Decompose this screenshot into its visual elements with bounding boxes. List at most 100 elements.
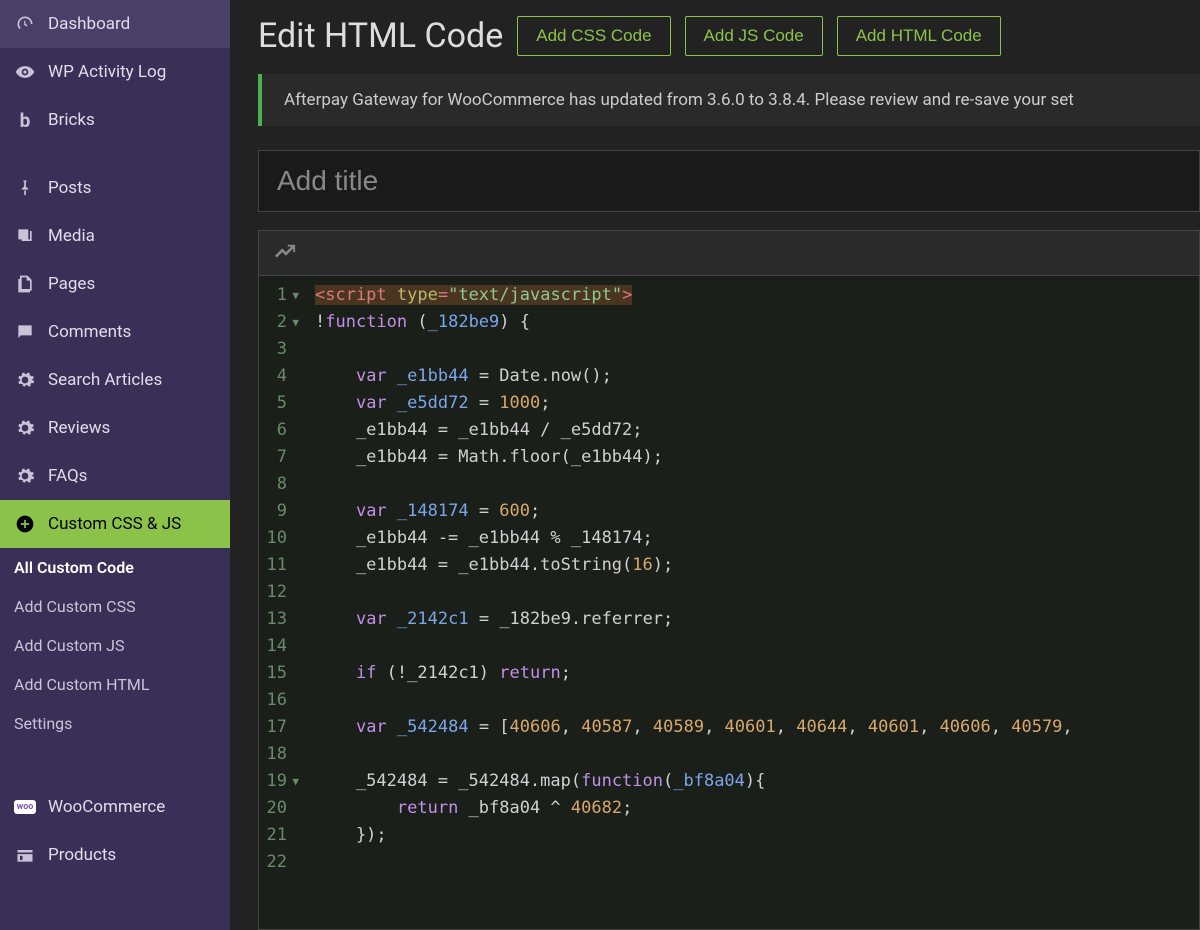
beautify-icon[interactable] bbox=[271, 239, 299, 267]
b-icon: b bbox=[14, 109, 36, 131]
sidebar-item-label: WP Activity Log bbox=[48, 62, 166, 82]
comment-icon bbox=[14, 321, 36, 343]
code-line[interactable]: _e1bb44 = Math.floor(_e1bb44); bbox=[315, 444, 1199, 471]
sidebar-item-label: Dashboard bbox=[48, 14, 130, 34]
code-line[interactable]: if (!_2142c1) return; bbox=[315, 660, 1199, 687]
code-line[interactable]: var _e1bb44 = Date.now(); bbox=[315, 363, 1199, 390]
editor-toolbar bbox=[258, 230, 1200, 275]
code-line[interactable]: _e1bb44 = _e1bb44.toString(16); bbox=[315, 552, 1199, 579]
code-line[interactable]: return _bf8a04 ^ 40682; bbox=[315, 795, 1199, 822]
line-number: 10 bbox=[265, 525, 299, 552]
code-line[interactable]: _542484 = _542484.map(function(_bf8a04){ bbox=[315, 768, 1199, 795]
sidebar-subitem-add-custom-html[interactable]: Add Custom HTML bbox=[0, 665, 230, 704]
sidebar-item-faqs[interactable]: FAQs bbox=[0, 452, 230, 500]
sidebar-item-label: Bricks bbox=[48, 110, 95, 130]
gauge-icon bbox=[14, 13, 36, 35]
line-number: 2▼ bbox=[265, 309, 299, 336]
sidebar-item-label: Comments bbox=[48, 322, 131, 342]
gear-icon bbox=[14, 417, 36, 439]
sidebar-subitem-add-custom-css[interactable]: Add Custom CSS bbox=[0, 587, 230, 626]
heading-row: Edit HTML Code Add CSS Code Add JS Code … bbox=[258, 16, 1200, 56]
code-line[interactable]: var _148174 = 600; bbox=[315, 498, 1199, 525]
add-js-code-button[interactable]: Add JS Code bbox=[685, 16, 823, 56]
code-line[interactable] bbox=[315, 471, 1199, 498]
line-gutter: 1▼2▼3 4 5 6 7 8 9 10 11 12 13 14 15 16 1… bbox=[259, 276, 309, 929]
sidebar-subitem-settings[interactable]: Settings bbox=[0, 704, 230, 743]
pages-icon bbox=[14, 273, 36, 295]
products-icon bbox=[14, 844, 36, 866]
line-number: 9 bbox=[265, 498, 299, 525]
sidebar-subitem-all-custom-code[interactable]: All Custom Code bbox=[0, 548, 230, 587]
sidebar-item-search-articles[interactable]: Search Articles bbox=[0, 356, 230, 404]
sidebar-item-woocommerce[interactable]: woo WooCommerce bbox=[0, 783, 230, 831]
update-notice: Afterpay Gateway for WooCommerce has upd… bbox=[258, 74, 1200, 126]
code-line[interactable] bbox=[315, 741, 1199, 768]
line-number: 5 bbox=[265, 390, 299, 417]
add-css-code-button[interactable]: Add CSS Code bbox=[517, 16, 670, 56]
line-number: 7 bbox=[265, 444, 299, 471]
code-line[interactable]: var _542484 = [40606, 40587, 40589, 4060… bbox=[315, 714, 1199, 741]
sidebar-item-label: Search Articles bbox=[48, 370, 162, 390]
pin-icon bbox=[14, 177, 36, 199]
sidebar-item-label: Media bbox=[48, 226, 95, 246]
sidebar-item-wp-activity-log[interactable]: WP Activity Log bbox=[0, 48, 230, 96]
code-body[interactable]: <script type="text/javascript">!function… bbox=[309, 276, 1199, 929]
line-number: 1▼ bbox=[265, 282, 299, 309]
line-number: 12 bbox=[265, 579, 299, 606]
sidebar-subitem-add-custom-js[interactable]: Add Custom JS bbox=[0, 626, 230, 665]
eye-icon bbox=[14, 61, 36, 83]
sidebar-item-label: Posts bbox=[48, 178, 91, 198]
line-number: 3 bbox=[265, 336, 299, 363]
code-line[interactable] bbox=[315, 633, 1199, 660]
admin-sidebar: Dashboard WP Activity Log b Bricks Posts Medi… bbox=[0, 0, 230, 930]
line-number: 19▼ bbox=[265, 768, 299, 795]
page-title: Edit HTML Code bbox=[258, 16, 503, 56]
line-number: 16 bbox=[265, 687, 299, 714]
line-number: 11 bbox=[265, 552, 299, 579]
sidebar-item-bricks[interactable]: b Bricks bbox=[0, 96, 230, 144]
line-number: 18 bbox=[265, 741, 299, 768]
line-number: 22 bbox=[265, 849, 299, 876]
sidebar-item-products[interactable]: Products bbox=[0, 831, 230, 879]
sidebar-item-custom-css-js[interactable]: Custom CSS & JS bbox=[0, 500, 230, 548]
sidebar-item-label: Custom CSS & JS bbox=[48, 514, 181, 534]
code-line[interactable] bbox=[315, 336, 1199, 363]
code-line[interactable]: _e1bb44 -= _e1bb44 % _148174; bbox=[315, 525, 1199, 552]
sidebar-item-reviews[interactable]: Reviews bbox=[0, 404, 230, 452]
line-number: 20 bbox=[265, 795, 299, 822]
sidebar-item-label: WooCommerce bbox=[48, 797, 165, 817]
code-line[interactable]: !function (_182be9) { bbox=[315, 309, 1199, 336]
code-line[interactable]: }); bbox=[315, 822, 1199, 849]
code-line[interactable] bbox=[315, 849, 1199, 876]
sidebar-item-pages[interactable]: Pages bbox=[0, 260, 230, 308]
code-line[interactable]: _e1bb44 = _e1bb44 / _e5dd72; bbox=[315, 417, 1199, 444]
main-content: Edit HTML Code Add CSS Code Add JS Code … bbox=[230, 0, 1200, 930]
sidebar-item-label: Products bbox=[48, 845, 116, 865]
line-number: 6 bbox=[265, 417, 299, 444]
plus-circle-icon bbox=[14, 513, 36, 535]
line-number: 4 bbox=[265, 363, 299, 390]
code-line[interactable]: var _2142c1 = _182be9.referrer; bbox=[315, 606, 1199, 633]
code-editor[interactable]: 1▼2▼3 4 5 6 7 8 9 10 11 12 13 14 15 16 1… bbox=[258, 275, 1200, 930]
woo-icon: woo bbox=[14, 796, 36, 818]
media-icon bbox=[14, 225, 36, 247]
code-line[interactable]: <script type="text/javascript"> bbox=[315, 282, 1199, 309]
line-number: 14 bbox=[265, 633, 299, 660]
code-line[interactable]: var _e5dd72 = 1000; bbox=[315, 390, 1199, 417]
add-html-code-button[interactable]: Add HTML Code bbox=[837, 16, 1001, 56]
line-number: 13 bbox=[265, 606, 299, 633]
sidebar-item-dashboard[interactable]: Dashboard bbox=[0, 0, 230, 48]
code-line[interactable] bbox=[315, 579, 1199, 606]
sidebar-item-media[interactable]: Media bbox=[0, 212, 230, 260]
line-number: 8 bbox=[265, 471, 299, 498]
sidebar-item-comments[interactable]: Comments bbox=[0, 308, 230, 356]
code-line[interactable] bbox=[315, 687, 1199, 714]
sidebar-item-label: Pages bbox=[48, 274, 95, 294]
sidebar-item-posts[interactable]: Posts bbox=[0, 164, 230, 212]
gear-icon bbox=[14, 465, 36, 487]
line-number: 21 bbox=[265, 822, 299, 849]
notice-text: Afterpay Gateway for WooCommerce has upd… bbox=[284, 90, 1074, 110]
sidebar-item-label: Reviews bbox=[48, 418, 110, 438]
gear-icon bbox=[14, 369, 36, 391]
title-input[interactable] bbox=[258, 150, 1200, 212]
